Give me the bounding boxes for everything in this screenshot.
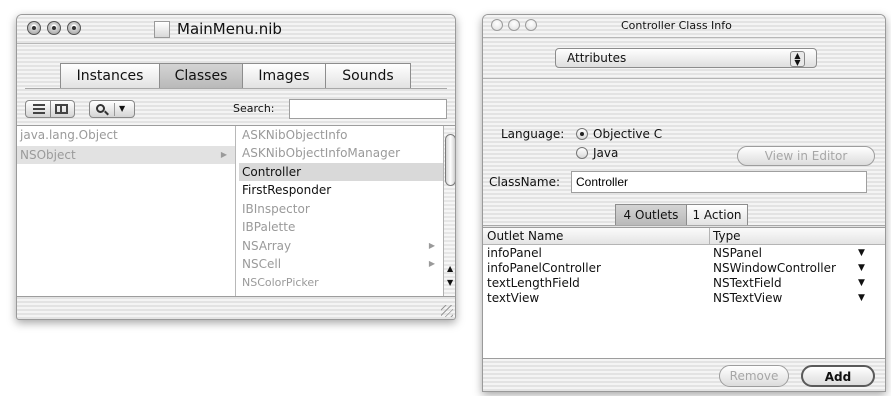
close-button[interactable] — [491, 19, 503, 31]
list-item[interactable]: FirstResponder — [239, 181, 443, 199]
chevron-right-icon: ▶ — [428, 259, 435, 268]
popup-arrows-icon: ▲ ▼ — [790, 51, 805, 67]
search-input[interactable] — [289, 99, 447, 119]
browser-column-1[interactable]: java.lang.Object NSObject ▶ — [17, 126, 236, 296]
classname-label: ClassName: — [489, 175, 561, 189]
scroll-down-arrow-icon[interactable]: ▼ — [447, 278, 453, 287]
column2-scrollbar[interactable]: ▲ ▼ — [443, 126, 455, 296]
language-label: Language: — [501, 127, 565, 141]
list-item[interactable]: IBInspector — [239, 200, 443, 218]
attributes-popup[interactable]: Attributes ▲ ▼ — [555, 48, 817, 68]
outlet-name: infoPanelController — [487, 261, 601, 275]
view-in-editor-button[interactable]: View in Editor — [737, 146, 875, 166]
tabs-divider — [483, 225, 885, 226]
table-row[interactable]: infoPanelController NSWindowController ▼ — [483, 261, 885, 276]
tab-content-divider — [25, 88, 447, 89]
outlet-name: textLengthField — [487, 276, 580, 290]
list-item-label: NSArray — [242, 239, 292, 253]
remove-button[interactable]: Remove — [719, 365, 789, 387]
add-button[interactable]: Add — [801, 365, 875, 387]
list-view-icon[interactable] — [33, 104, 45, 114]
nib-window: MainMenu.nib Instances Classes Images So… — [16, 14, 456, 320]
list-item[interactable]: java.lang.Object — [17, 126, 235, 144]
table-row[interactable]: infoPanel NSPanel ▼ — [483, 246, 885, 261]
tab-outlets[interactable]: 4 Outlets — [615, 204, 687, 226]
radio-java[interactable] — [576, 147, 588, 159]
tab-instances[interactable]: Instances — [60, 63, 160, 89]
list-item[interactable]: ASKNibObjectInfo — [239, 126, 443, 144]
chevron-right-icon: ▶ — [220, 150, 227, 159]
scroll-up-arrow-icon[interactable]: ▲ — [447, 264, 453, 273]
zoom-button[interactable] — [67, 21, 81, 35]
list-item-selected[interactable]: Controller — [239, 163, 443, 181]
list-item[interactable]: NSColorPicker — [239, 274, 443, 292]
radio-objective-c[interactable] — [576, 128, 588, 140]
column-header-outlet-name[interactable]: Outlet Name — [483, 228, 710, 245]
list-item[interactable]: NSCell ▶ — [239, 255, 443, 273]
search-menu-button[interactable]: ▼ — [89, 100, 135, 118]
tab-sounds[interactable]: Sounds — [325, 63, 411, 89]
section-divider — [483, 78, 885, 79]
zoom-button[interactable] — [525, 19, 537, 31]
minimize-button[interactable] — [508, 19, 520, 31]
outlet-type: NSTextView — [713, 291, 783, 305]
list-item[interactable]: IBPalette — [239, 218, 443, 236]
nib-window-title: MainMenu.nib — [177, 20, 282, 38]
list-item[interactable]: NSArray ▶ — [239, 237, 443, 255]
chevron-right-icon: ▶ — [428, 241, 435, 250]
scroll-thumb[interactable] — [445, 134, 455, 186]
table-row[interactable]: textView NSTextView ▼ — [483, 291, 885, 306]
outlet-name: textView — [487, 291, 540, 305]
search-label: Search: — [233, 102, 275, 115]
list-item[interactable]: NSObject ▶ — [17, 146, 235, 164]
radio-objective-c-label: Objective C — [593, 127, 663, 141]
list-item-label: NSObject — [20, 148, 76, 162]
outlet-type: NSWindowController — [713, 261, 836, 275]
type-popup-arrow-icon[interactable]: ▼ — [858, 278, 865, 288]
nib-window-titlebar[interactable]: MainMenu.nib — [17, 15, 455, 44]
browser-column-2[interactable]: ASKNibObjectInfo ASKNibObjectInfoManager… — [239, 126, 443, 296]
column-header-type[interactable]: Type — [710, 228, 885, 245]
list-item[interactable]: ASKNibObjectInfoManager — [239, 144, 443, 162]
attributes-popup-label: Attributes — [567, 51, 627, 65]
tab-actions[interactable]: 1 Action — [686, 204, 748, 226]
nib-file-icon — [154, 21, 170, 38]
class-browser: java.lang.Object NSObject ▶ ASKNibObjectI… — [17, 125, 455, 297]
tab-classes[interactable]: Classes — [159, 63, 243, 89]
nib-tab-bar: Instances Classes Images Sounds — [60, 63, 411, 89]
list-item-label: NSCell — [242, 257, 282, 271]
chevron-down-icon: ▼ — [119, 104, 126, 113]
column-view-icon[interactable] — [55, 104, 68, 114]
classname-field[interactable] — [571, 171, 867, 193]
outlet-action-tabs: 4 Outlets 1 Action — [615, 204, 748, 226]
radio-java-label: Java — [593, 146, 619, 160]
close-button[interactable] — [27, 21, 41, 35]
outlet-type: NSPanel — [713, 246, 762, 260]
tab-images[interactable]: Images — [242, 63, 326, 89]
resize-grip-icon[interactable] — [441, 305, 453, 317]
class-info-titlebar[interactable]: Controller Class Info — [483, 15, 885, 38]
view-mode-segment[interactable] — [25, 100, 75, 118]
type-popup-arrow-icon[interactable]: ▼ — [858, 293, 865, 303]
outlet-type: NSTextField — [713, 276, 782, 290]
table-row[interactable]: textLengthField NSTextField ▼ — [483, 276, 885, 291]
minimize-button[interactable] — [47, 21, 61, 35]
class-info-title: Controller Class Info — [621, 19, 732, 32]
outlet-name: infoPanel — [487, 246, 542, 260]
class-info-panel: Controller Class Info Attributes ▲ ▼ Lang… — [482, 14, 886, 392]
outlets-table: Outlet Name Type infoPanel NSPanel ▼ inf… — [483, 227, 885, 359]
type-popup-arrow-icon[interactable]: ▼ — [858, 263, 865, 273]
type-popup-arrow-icon[interactable]: ▼ — [858, 248, 865, 258]
